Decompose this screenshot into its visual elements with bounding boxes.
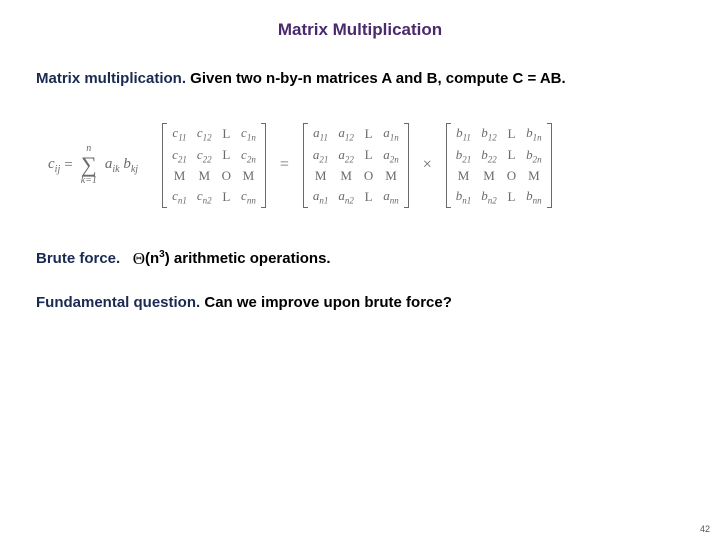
theta-icon: Θ [133,249,145,268]
matrix-cell: a11 [308,123,334,145]
matrix-cell: L [359,186,378,208]
matrix-a-table: a11a12La1na21a22La2nMMOMan1an2Lann [308,123,404,208]
slide-title: Matrix Multiplication [0,0,720,68]
matrix-cell: b21 [451,145,477,167]
matrix-cell: b1n [521,123,547,145]
matrix-a: a11a12La1na21a22La2nMMOMan1an2Lann [303,123,409,208]
matrix-cell: b22 [476,145,502,167]
matrix-cell: O [217,166,236,186]
matrix-cell: bn1 [451,186,477,208]
matrix-cell: an2 [333,186,359,208]
matrix-cell: cnn [236,186,261,208]
matrix-cell: c22 [192,145,217,167]
fundamental-rest: Can we improve upon brute force? [200,294,452,311]
matrix-cell: O [502,166,521,186]
matrix-cell: cn2 [192,186,217,208]
matrix-cell: L [502,123,521,145]
matrix-cell: a21 [308,145,334,167]
brute-lead: Brute force. [36,250,120,267]
matrix-cell: M [451,166,477,186]
brute-open: (n [145,250,159,267]
matrix-cell: bn2 [476,186,502,208]
matrix-cell: b2n [521,145,547,167]
matrix-cell: M [521,166,547,186]
matrix-cell: M [192,166,217,186]
matrix-cell: M [476,166,502,186]
matrix-cell: a1n [378,123,404,145]
matrix-cell: b11 [451,123,477,145]
bracket-right [547,123,552,208]
matrix-cell: bnn [521,186,547,208]
sigma-icon: ∑ [81,154,97,176]
matrix-cell: c11 [167,123,192,145]
matrix-b-table: b11b12Lb1nb21b22Lb2nMMOMbn1bn2Lbnn [451,123,547,208]
matrix-cell: L [217,145,236,167]
matrix-cell: M [236,166,261,186]
summation-formula: cij = n ∑ k=1 aik bkj [48,144,138,186]
matrix-equation: c11c12Lc1nc21c22Lc2nMMOMcn1cn2Lcnn = a11… [162,123,552,208]
bracket-right [261,123,266,208]
equals-sign: = [276,156,293,174]
bracket-right [404,123,409,208]
intro-lead: Matrix multiplication. [36,70,186,87]
matrix-cell: L [359,145,378,167]
fundamental-lead: Fundamental question. [36,294,200,311]
fundamental-line: Fundamental question. Can we improve upo… [36,294,684,311]
page-number: 42 [700,524,710,534]
lhs-base: c [48,156,55,172]
slide-content: Matrix multiplication. Given two n-by-n … [0,68,720,311]
lhs-sub: ij [55,164,61,175]
matrix-cell: ann [378,186,404,208]
matrix-cell: L [217,123,236,145]
brute-force-line: Brute force. Θ(n3) arithmetic operations… [36,248,684,268]
t2-sub: kj [131,164,138,175]
matrix-cell: L [502,186,521,208]
formula-eq: = [64,157,72,174]
matrix-cell: L [217,186,236,208]
matrix-cell: c21 [167,145,192,167]
intro-rest: Given two n-by-n matrices A and B, compu… [186,70,566,87]
t1-sub: ik [112,164,119,175]
matrix-cell: M [308,166,334,186]
matrix-cell: b12 [476,123,502,145]
matrix-cell: O [359,166,378,186]
matrix-cell: an1 [308,186,334,208]
matrix-cell: c1n [236,123,261,145]
matrix-cell: M [378,166,404,186]
matrix-cell: a22 [333,145,359,167]
sigma-wrap: n ∑ k=1 [81,144,97,186]
formula-rhs: aik bkj [105,156,138,175]
matrix-c: c11c12Lc1nc21c22Lc2nMMOMcn1cn2Lcnn [162,123,266,208]
matrix-cell: cn1 [167,186,192,208]
matrix-cell: L [359,123,378,145]
formula-lhs: cij [48,156,60,175]
brute-rest: arithmetic operations. [170,250,331,267]
intro-line: Matrix multiplication. Given two n-by-n … [36,68,684,89]
matrix-c-table: c11c12Lc1nc21c22Lc2nMMOMcn1cn2Lcnn [167,123,261,208]
matrix-cell: M [333,166,359,186]
matrix-cell: a12 [333,123,359,145]
t2-base: b [123,156,131,172]
matrix-b: b11b12Lb1nb21b22Lb2nMMOMbn1bn2Lbnn [446,123,552,208]
matrix-cell: a2n [378,145,404,167]
matrix-cell: c12 [192,123,217,145]
sigma-lower: k=1 [81,176,97,186]
matrix-cell: M [167,166,192,186]
times-sign: × [419,156,436,174]
matrix-cell: c2n [236,145,261,167]
figure-area: cij = n ∑ k=1 aik bkj c11c12Lc1nc21c22Lc… [36,123,684,208]
matrix-cell: L [502,145,521,167]
